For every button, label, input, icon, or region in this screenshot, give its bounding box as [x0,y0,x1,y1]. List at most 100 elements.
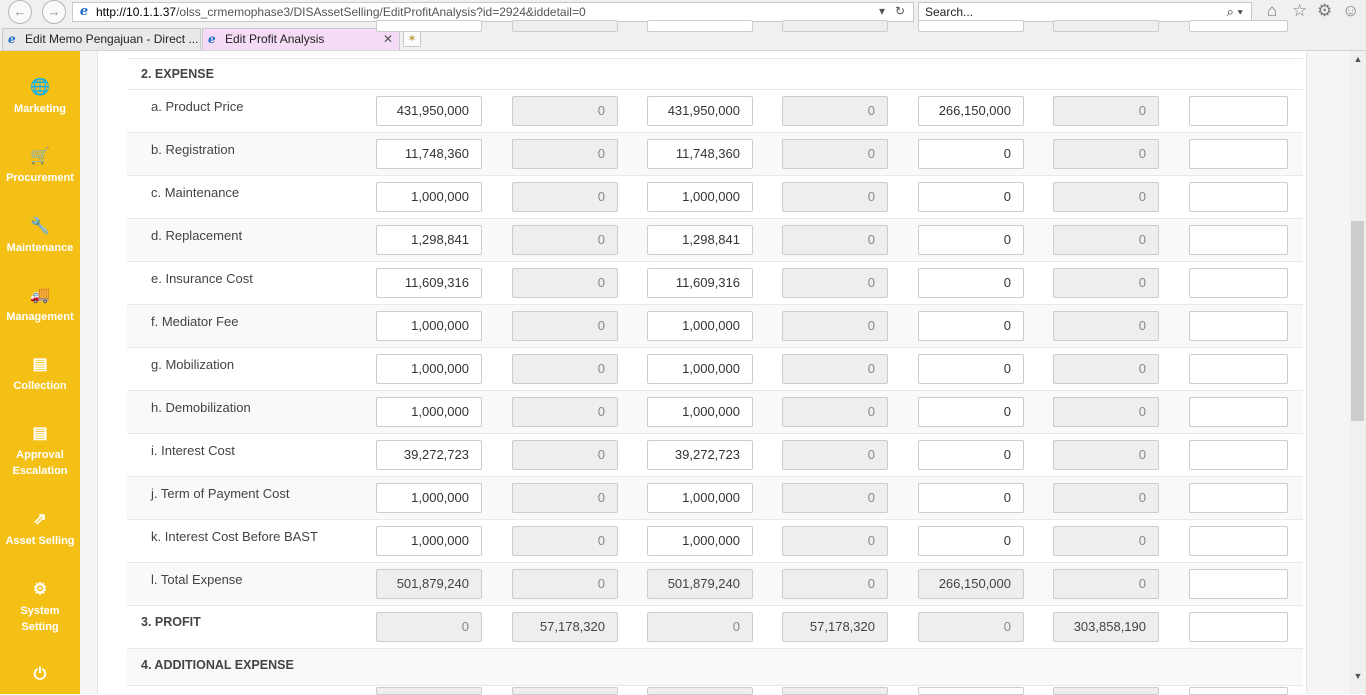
home-icon[interactable]: ⌂ [1267,1,1277,21]
value-readonly: 0 [782,225,888,255]
sidebar-item-label: Asset Selling [5,535,75,547]
sidebar-item-system-setting[interactable]: ⚙ System Setting [0,580,80,635]
remarks-input[interactable] [1189,311,1288,341]
remarks-input[interactable] [1189,612,1288,642]
settings-gear-icon[interactable]: ⚙ [1317,1,1332,21]
value-input[interactable]: 0 [918,182,1024,212]
value-input[interactable]: 1,000,000 [647,354,753,384]
value-input[interactable]: 1,000,000 [647,182,753,212]
value-input[interactable]: 39,272,723 [647,440,753,470]
dropdown-icon[interactable]: ▾ [879,4,885,18]
sidebar-item-label: Maintenance [6,242,74,254]
value-input[interactable] [918,20,1024,32]
row-label: l. Total Expense [151,572,243,587]
value-input[interactable]: 1,000,000 [647,397,753,427]
remarks-input[interactable] [1189,225,1288,255]
profit-value: 0 [918,612,1024,642]
value-input[interactable]: 1,000,000 [647,483,753,513]
value-input[interactable]: 1,000,000 [376,526,482,556]
url-text[interactable]: http://10.1.1.37/olss_crmemophase3/DISAs… [96,5,586,19]
value-input[interactable]: 11,748,360 [647,139,753,169]
sidebar-item-procurement[interactable]: 🛒 Procurement [0,147,80,186]
value-input[interactable]: 0 [918,483,1024,513]
sidebar-item-marketing[interactable]: 🌐 Marketing [0,78,80,117]
sidebar-item-collection[interactable]: ▤ Collection [0,355,80,394]
value-input[interactable]: 0 [918,268,1024,298]
search-input[interactable]: Search... ⌕ ▾ [918,2,1252,22]
value-input[interactable]: 0 [918,354,1024,384]
value-input[interactable]: 1,000,000 [376,182,482,212]
value-input[interactable]: 1,000,000 [647,311,753,341]
remarks-input[interactable] [1189,569,1288,599]
section-title: 3. PROFIT [141,615,201,629]
value-input[interactable]: 1,000,000 [647,526,753,556]
value-input[interactable]: 1,000,000 [376,483,482,513]
value-readonly: 0 [1053,526,1159,556]
total-expense-row: l. Total Expense 501,879,240 0 501,879,240 0… [127,563,1303,606]
value-input[interactable] [647,20,753,32]
sidebar-item-label: Approval Escalation [12,449,68,477]
wrench-icon: 🔧 [30,218,50,235]
table-row: e. Insurance Cost 11,609,316 0 11,609,316 0 0… [127,262,1303,305]
value-input[interactable]: 1,000,000 [376,311,482,341]
value-readonly: 0 [512,182,618,212]
forward-button[interactable]: → [42,0,66,24]
remarks-input[interactable] [1189,139,1288,169]
value-readonly: 0 [1053,569,1159,599]
value-input[interactable]: 431,950,000 [647,96,753,126]
profit-value: 0 [647,612,753,642]
address-bar[interactable]: e http://10.1.1.37/olss_crmemophase3/DIS… [72,2,914,22]
value-input[interactable]: 11,748,360 [376,139,482,169]
refresh-icon[interactable]: ↻ [895,4,905,18]
value-input[interactable]: 0 [918,397,1024,427]
remarks-input[interactable] [1189,354,1288,384]
value-input[interactable]: 266,150,000 [918,96,1024,126]
list-icon: ▤ [32,356,48,373]
remarks-input[interactable] [1189,96,1288,126]
value-input[interactable]: 1,000,000 [376,397,482,427]
value-input[interactable]: 0 [918,225,1024,255]
remarks-input[interactable] [1189,20,1288,32]
smiley-feedback-icon[interactable]: ☺ [1342,1,1359,21]
scroll-up-arrow-icon[interactable]: ▲ [1350,51,1366,67]
row-label: c. Maintenance [151,185,240,200]
table-row: k. Interest Cost Before BAST 1,000,000 0 1,… [127,520,1303,563]
remarks-input[interactable] [1189,440,1288,470]
remarks-input[interactable] [1189,182,1288,212]
value-input[interactable]: 39,272,723 [376,440,482,470]
value-input[interactable]: 1,298,841 [647,225,753,255]
value-input[interactable]: 431,950,000 [376,96,482,126]
vertical-scrollbar[interactable]: ▲ ▼ [1350,51,1366,694]
value-readonly: 0 [782,483,888,513]
value-input[interactable]: 1,000,000 [376,354,482,384]
remarks-input[interactable] [1189,268,1288,298]
remarks-input[interactable] [1189,397,1288,427]
sidebar-item-approval-escalation[interactable]: ▤ Approval Escalation [0,424,80,479]
scrollbar-thumb[interactable] [1351,221,1364,421]
truck-icon: 🚚 [30,287,50,304]
logout-button[interactable]: ⏻ [0,665,80,688]
value-input[interactable]: 0 [918,311,1024,341]
value-readonly: 266,150,000 [918,569,1024,599]
value-readonly: 0 [512,397,618,427]
scroll-down-arrow-icon[interactable]: ▼ [1350,668,1366,684]
sidebar-item-asset-selling[interactable]: ⇗ Asset Selling [0,510,80,549]
sidebar-item-maintenance[interactable]: 🔧 Maintenance [0,217,80,256]
section-title: 4. ADDITIONAL EXPENSE [141,658,294,672]
value-input[interactable]: 0 [918,440,1024,470]
value-input[interactable]: 1,298,841 [376,225,482,255]
favorites-star-icon[interactable]: ☆ [1292,1,1307,21]
value-input[interactable]: 0 [918,139,1024,169]
sidebar: 🌐 Marketing 🛒 Procurement 🔧 Maintenance … [0,51,80,694]
sidebar-item-management[interactable]: 🚚 Management [0,286,80,325]
value-input[interactable]: 0 [918,526,1024,556]
remarks-input[interactable] [1189,483,1288,513]
search-icon[interactable]: ⌕ ▾ [1227,4,1243,20]
value-input[interactable]: 11,609,316 [376,268,482,298]
value-input[interactable] [376,20,482,32]
table-row: g. Mobilization 1,000,000 0 1,000,000 0 0 0 [127,348,1303,391]
back-button[interactable]: ← [8,0,32,24]
section-header-expense: 2. EXPENSE [127,59,1303,90]
remarks-input[interactable] [1189,526,1288,556]
value-input[interactable]: 11,609,316 [647,268,753,298]
